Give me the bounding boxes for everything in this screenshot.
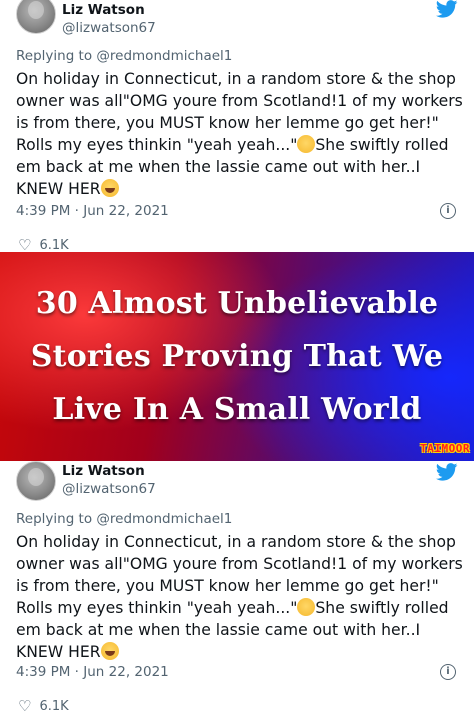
author-handle[interactable]: @lizwatson67 (62, 481, 156, 497)
banner-title-line-1: 30 Almost Unbelievable (35, 286, 439, 321)
heart-icon: ♡ (18, 697, 32, 711)
like-button[interactable]: ♡ 6.1K (18, 236, 69, 252)
tweet-timestamp[interactable]: 4:39 PM · Jun 22, 2021 (16, 664, 169, 680)
replying-to: Replying to @redmondmichael1 (16, 48, 232, 64)
avatar[interactable] (16, 461, 56, 501)
replying-to-handle-link[interactable]: @redmondmichael1 (96, 511, 232, 527)
title-banner: 30 Almost Unbelievable Stories Proving T… (0, 252, 474, 461)
author-name[interactable]: Liz Watson (62, 2, 145, 18)
info-icon[interactable]: i (440, 203, 456, 219)
replying-to-handle-link[interactable]: @redmondmichael1 (96, 48, 232, 64)
banner-title-line-2: Stories Proving That We (30, 339, 444, 374)
heart-icon: ♡ (18, 236, 32, 252)
face-with-rolling-eyes-icon (297, 598, 316, 616)
replying-to-prefix: Replying to (16, 48, 93, 64)
tweet-text: On holiday in Connecticut, in a random s… (16, 68, 466, 200)
author-name[interactable]: Liz Watson (62, 463, 145, 479)
face-with-rolling-eyes-icon (297, 135, 316, 153)
replying-to-prefix: Replying to (16, 511, 93, 527)
replying-to: Replying to @redmondmichael1 (16, 511, 232, 527)
twitter-bird-icon[interactable] (436, 0, 458, 18)
face-with-tears-of-joy-icon (100, 642, 119, 660)
info-icon[interactable]: i (440, 664, 456, 680)
like-count: 6.1K (39, 698, 69, 711)
avatar[interactable] (16, 0, 56, 34)
twitter-bird-icon[interactable] (436, 463, 458, 481)
like-button[interactable]: ♡ 6.1K (18, 697, 69, 711)
tweet-card-top[interactable]: Liz Watson @lizwatson67 Replying to @red… (0, 0, 474, 252)
watermark: TAIMOOR (420, 442, 470, 455)
tweet-timestamp[interactable]: 4:39 PM · Jun 22, 2021 (16, 203, 169, 219)
author-handle[interactable]: @lizwatson67 (62, 20, 156, 36)
banner-title-line-3: Live In A Small World (52, 392, 422, 427)
tweet-card-bottom[interactable]: Liz Watson @lizwatson67 Replying to @red… (0, 461, 474, 711)
face-with-tears-of-joy-icon (100, 179, 119, 197)
tweet-text: On holiday in Connecticut, in a random s… (16, 531, 466, 663)
like-count: 6.1K (39, 237, 69, 253)
